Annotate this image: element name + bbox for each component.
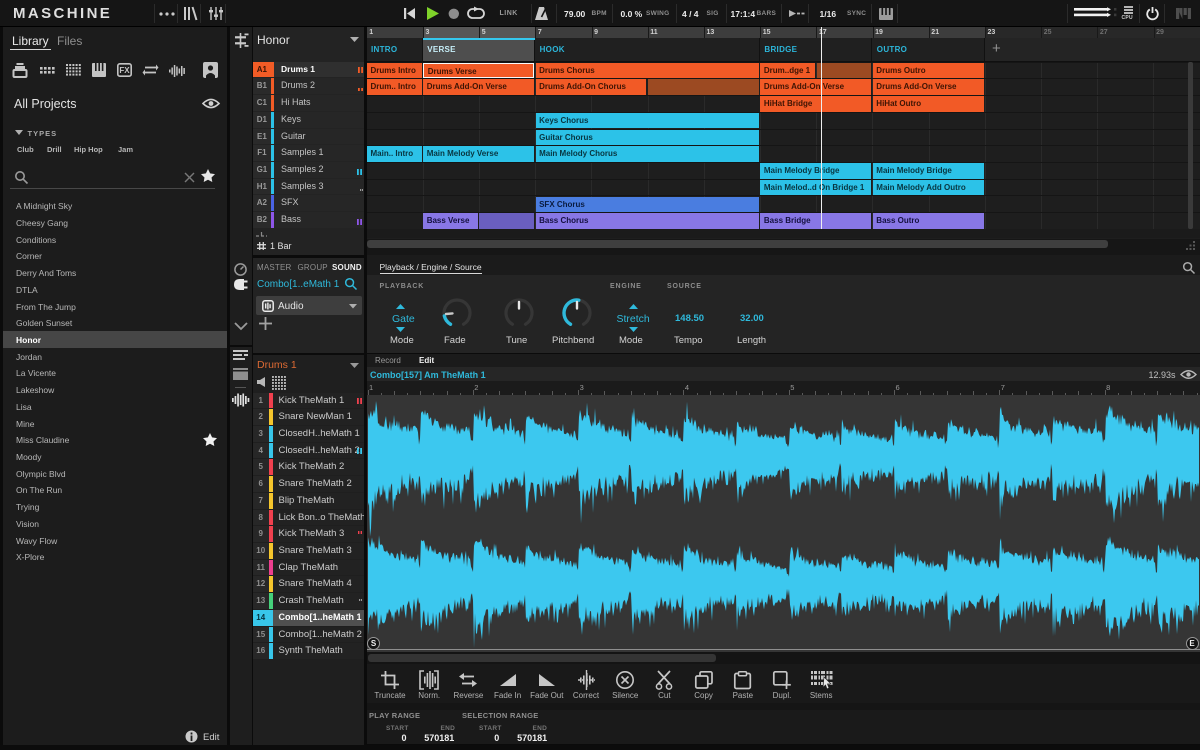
- svg-text:FX: FX: [119, 66, 130, 75]
